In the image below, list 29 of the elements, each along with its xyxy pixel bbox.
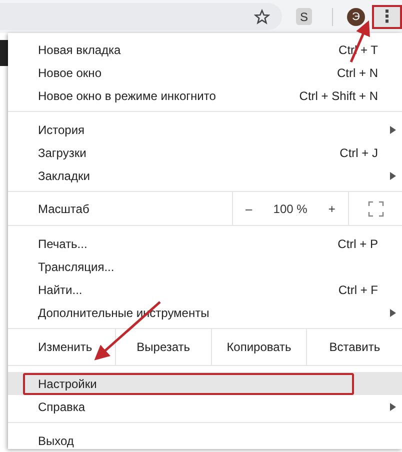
menu-item[interactable]: История [8, 118, 402, 141]
menu-item[interactable]: Загрузки Ctrl + J [8, 141, 402, 164]
extension-icon[interactable]: S [296, 8, 312, 25]
menu-item[interactable]: Новое окно в режиме инкогнито Ctrl + Shift + N [8, 84, 402, 107]
menu-item[interactable]: Выход [8, 429, 402, 452]
highlight-frame: Настройки [23, 372, 354, 394]
shortcut-text: Ctrl + J [340, 146, 378, 160]
menu-item[interactable]: Новое окно Ctrl + N [8, 61, 402, 84]
zoom-in-button[interactable]: + [324, 202, 340, 216]
menu-item[interactable]: Настройки [8, 372, 402, 395]
page-fragment [0, 40, 8, 66]
menu-item[interactable]: Справка [8, 395, 402, 418]
edit-button[interactable]: Вставить [306, 329, 402, 365]
zoom-value: 100 % [273, 202, 308, 216]
menu-item[interactable]: Закладки [8, 164, 402, 187]
shortcut-text: Ctrl + P [338, 236, 378, 250]
profile-avatar[interactable]: Э [347, 8, 365, 26]
menu-button[interactable]: ⋮ [372, 4, 402, 28]
zoom-label: Масштаб [37, 202, 90, 216]
star-icon[interactable] [254, 8, 270, 24]
shortcut-text: Ctrl + F [338, 282, 378, 296]
menu-item[interactable]: Трансляция... [8, 255, 402, 278]
menu-item[interactable]: Печать... Ctrl + P [8, 232, 402, 255]
menu-item[interactable]: Найти... Ctrl + F [8, 278, 402, 301]
zoom-out-button[interactable]: – [242, 202, 256, 216]
edit-label: Изменить [37, 339, 94, 356]
shortcut-text: Ctrl + Shift + N [299, 88, 378, 102]
shortcut-text: Ctrl + N [336, 66, 378, 80]
fullscreen-icon [368, 200, 384, 216]
